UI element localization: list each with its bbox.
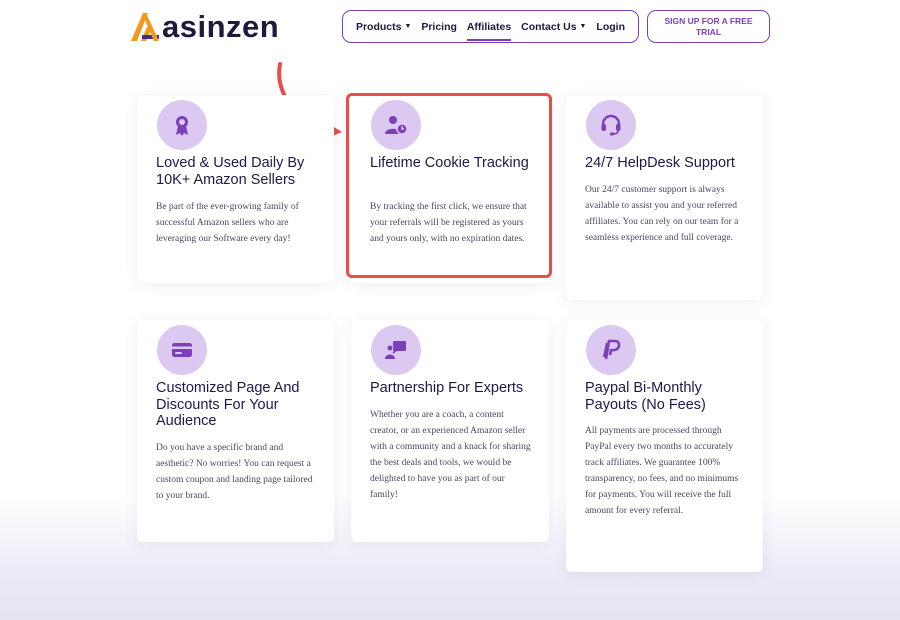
nav-login[interactable]: Login [596,21,625,33]
icon-badge [586,100,636,150]
signup-button[interactable]: SIGN UP FOR A FREE TRIAL [647,10,770,43]
feature-card-customized: Customized Page And Discounts For Your A… [137,320,334,542]
feature-body: All payments are processed through PayPa… [585,426,739,516]
presenter-icon [385,341,406,359]
feature-card-partnership: Partnership For Experts Whether you are … [351,320,549,542]
highlight-box [346,93,552,278]
feature-body: Do you have a specific brand and aesthet… [156,443,313,501]
nav-products-label: Products [355,20,402,33]
nav-contact-label: Contact Us [521,20,577,33]
feature-body: Be part of the ever-growing family of su… [156,202,299,244]
feature-title: Customized Page And Discounts For Your A… [156,380,300,429]
headset-icon [601,114,621,136]
feature-title: Partnership For Experts [370,380,524,396]
nav-pricing[interactable]: Pricing [421,21,457,33]
nav-products[interactable]: Products ▼ [356,21,411,33]
feature-card-paypal: Paypal Bi-Monthly Payouts (No Fees) All … [566,320,763,572]
nav-pricing-label: Pricing [421,20,457,33]
feature-card-sellers: Loved & Used Daily By 10K+ Amazon Seller… [137,95,334,283]
feature-title: Loved & Used Daily By 10K+ Amazon Seller… [156,155,305,188]
paypal-icon [602,339,621,360]
chevron-down-icon: ▼ [404,23,412,30]
award-ribbon-icon [176,116,188,136]
feature-card-helpdesk: 24/7 HelpDesk Support Our 24/7 customer … [566,95,763,300]
logo-mark-icon [131,13,159,41]
feature-body: Our 24/7 customer support is always avai… [585,185,739,243]
credit-card-icon [172,343,192,357]
brand-name: asinzen [162,9,280,44]
chevron-down-icon: ▼ [579,23,587,30]
icon-badge [586,325,636,375]
brand-logo[interactable]: asinzen [128,10,279,44]
feature-body: Whether you are a coach, a content creat… [370,410,531,500]
main-nav: Products ▼ Pricing Affiliates Contact Us… [342,10,639,43]
nav-affiliates[interactable]: Affiliates [466,20,512,41]
icon-badge [371,325,421,375]
feature-title: 24/7 HelpDesk Support [585,155,735,171]
nav-affiliates-label: Affiliates [466,20,512,33]
icon-badge [157,325,207,375]
nav-login-label: Login [596,20,625,33]
feature-title: Paypal Bi-Monthly Payouts (No Fees) [585,380,706,413]
nav-contact-us[interactable]: Contact Us ▼ [521,21,586,33]
icon-badge [157,100,207,150]
